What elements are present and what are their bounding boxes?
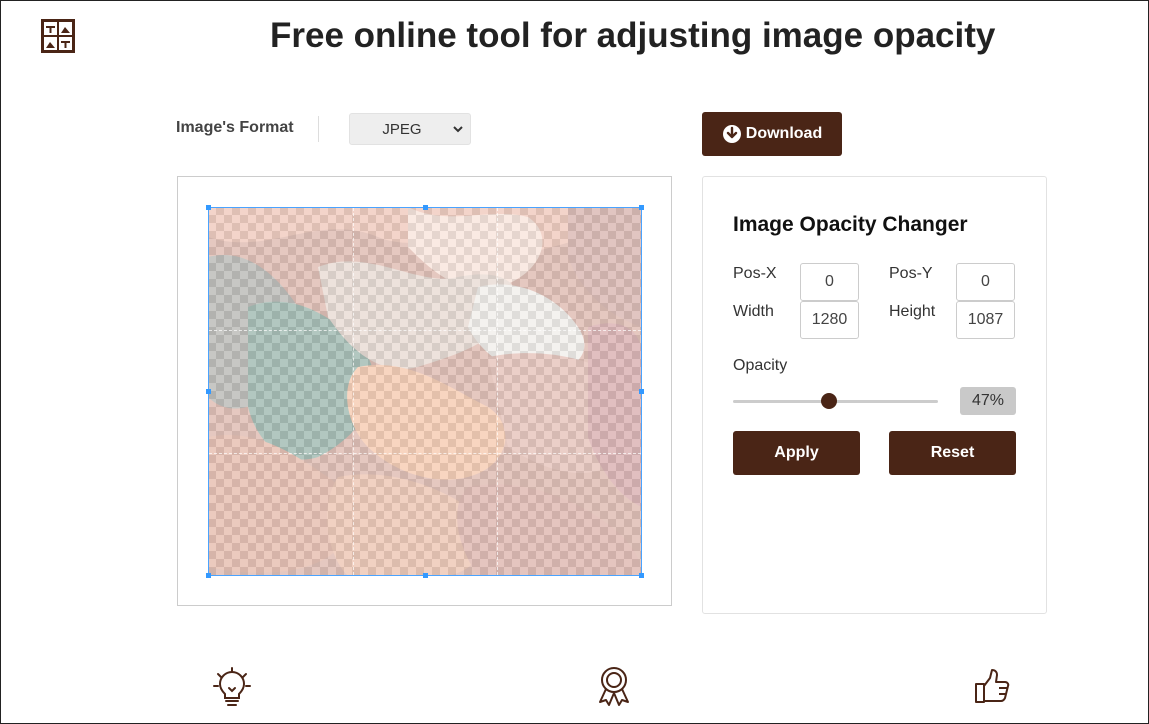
opacity-label: Opacity	[733, 357, 788, 374]
apply-button[interactable]: Apply	[733, 431, 860, 475]
opacity-value-badge: 47%	[960, 387, 1016, 415]
download-button-label: Download	[745, 125, 823, 142]
page-title: Free online tool for adjusting image opa…	[270, 16, 996, 55]
crop-handle-bottom[interactable]	[423, 573, 428, 578]
width-label: Width	[733, 303, 774, 320]
width-input[interactable]: 1280	[800, 301, 859, 339]
pos-x-label: Pos-X	[733, 265, 777, 282]
crop-handle-top[interactable]	[423, 205, 428, 210]
image-canvas[interactable]	[177, 176, 672, 606]
lightbulb-icon	[213, 667, 251, 706]
format-select-value: JPEG	[382, 120, 422, 138]
format-label: Image's Format	[176, 119, 294, 136]
grid-line	[209, 330, 641, 332]
height-input[interactable]: 1087	[956, 301, 1015, 339]
download-icon	[722, 125, 741, 143]
chevron-down-icon	[453, 126, 463, 133]
crop-handle-left[interactable]	[206, 389, 211, 394]
crop-handle-bottom-right[interactable]	[639, 573, 644, 578]
pos-x-input[interactable]: 0	[800, 263, 859, 301]
grid-line	[496, 208, 498, 575]
award-ribbon-icon	[599, 667, 629, 706]
reset-button[interactable]: Reset	[889, 431, 1016, 475]
pos-y-label: Pos-Y	[889, 265, 933, 282]
panel-title: Image Opacity Changer	[733, 213, 968, 236]
download-button[interactable]: Download	[702, 112, 842, 156]
crop-handle-top-left[interactable]	[206, 205, 211, 210]
crop-handle-right[interactable]	[639, 389, 644, 394]
image-grid-logo-icon[interactable]	[40, 18, 76, 54]
grid-line	[352, 208, 354, 575]
crop-handle-top-right[interactable]	[639, 205, 644, 210]
crop-selection[interactable]	[206, 205, 644, 578]
pos-y-input[interactable]: 0	[956, 263, 1015, 301]
grid-line	[209, 452, 641, 454]
thumbs-up-icon	[975, 669, 1010, 703]
format-select[interactable]: JPEG	[349, 113, 471, 145]
divider	[318, 116, 319, 142]
opacity-slider-thumb[interactable]	[821, 393, 838, 409]
opacity-panel: Image Opacity Changer Pos-X 0 Pos-Y 0 Wi…	[702, 176, 1047, 614]
crop-handle-bottom-left[interactable]	[206, 573, 211, 578]
height-label: Height	[889, 303, 936, 320]
